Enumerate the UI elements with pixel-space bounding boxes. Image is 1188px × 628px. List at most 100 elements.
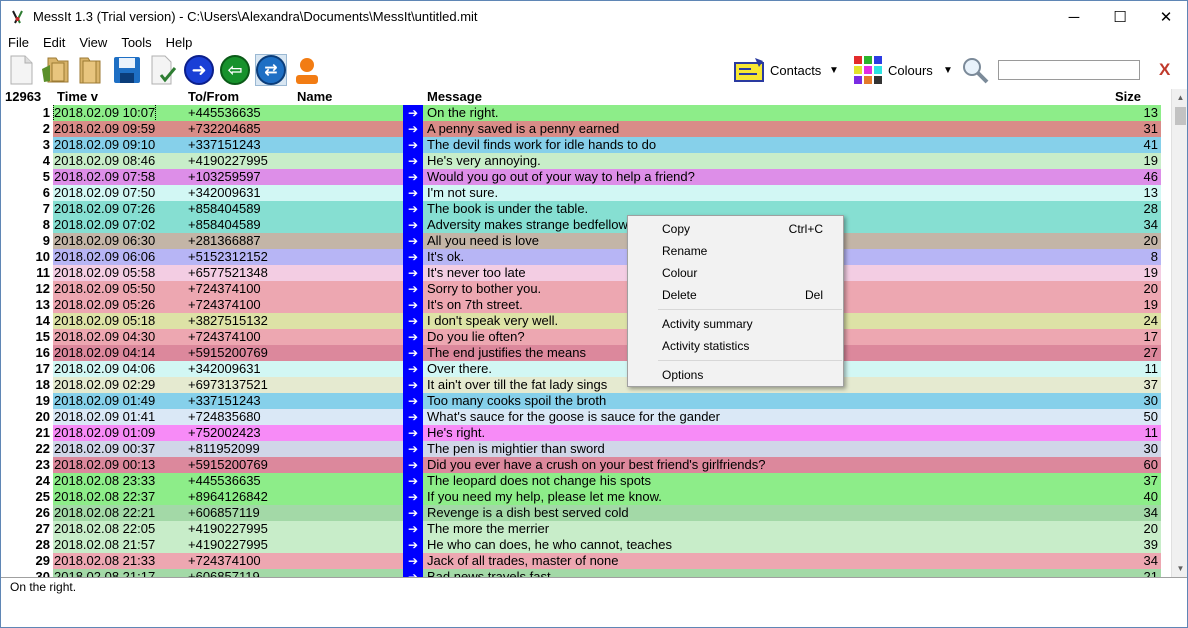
- colours-dropdown-icon[interactable]: ▼: [943, 65, 953, 76]
- table-row[interactable]: 11 2018.02.09 05:58 +6577521348 ➔ It's never…: [1, 265, 1161, 281]
- row-number: 13: [1, 297, 50, 313]
- row-time: 2018.02.09 04:06: [54, 361, 156, 376]
- row-number: 10: [1, 249, 50, 265]
- context-item-copy[interactable]: Copy: [662, 219, 690, 239]
- row-number: 23: [1, 457, 50, 473]
- table-row[interactable]: 5 2018.02.09 07:58 +103259597 ➔ Would you go…: [1, 169, 1161, 185]
- menu-file[interactable]: File: [1, 33, 36, 52]
- row-number: 1: [1, 105, 50, 121]
- context-item-activity-statistics[interactable]: Activity statistics: [662, 336, 749, 356]
- message-list[interactable]: 1 2018.02.09 10:07 +445536635 ➔ On the right…: [1, 105, 1161, 577]
- colours-button[interactable]: [852, 54, 884, 86]
- table-row[interactable]: 2 2018.02.09 09:59 +732204685 ➔ A penny save…: [1, 121, 1161, 137]
- table-row[interactable]: 15 2018.02.09 04:30 +724374100 ➔ Do you lie …: [1, 329, 1161, 345]
- table-row[interactable]: 8 2018.02.09 07:02 +858404589 ➔ Adversity ma…: [1, 217, 1161, 233]
- table-row[interactable]: 12 2018.02.09 05:50 +724374100 ➔ Sorry to bo…: [1, 281, 1161, 297]
- row-phone: +6973137521: [188, 377, 268, 392]
- table-row[interactable]: 30 2018.02.08 21:17 +606857119 ➔ Bad news tr…: [1, 569, 1161, 577]
- minimize-button[interactable]: ─: [1051, 1, 1097, 33]
- table-row[interactable]: 26 2018.02.08 22:21 +606857119 ➔ Revenge is …: [1, 505, 1161, 521]
- context-item-activity-summary[interactable]: Activity summary: [662, 314, 753, 334]
- row-number: 25: [1, 489, 50, 505]
- menu-view[interactable]: View: [72, 33, 114, 52]
- column-header-name[interactable]: Name: [297, 89, 332, 105]
- menu-edit[interactable]: Edit: [36, 33, 72, 52]
- table-row[interactable]: 27 2018.02.08 22:05 +4190227995 ➔ The more t…: [1, 521, 1161, 537]
- row-number: 14: [1, 313, 50, 329]
- row-size: 20: [1143, 281, 1158, 296]
- table-row[interactable]: 25 2018.02.08 22:37 +8964126842 ➔ If you nee…: [1, 489, 1161, 505]
- minimize-icon: ─: [1068, 8, 1080, 26]
- row-message: Jack of all trades, master of none: [427, 553, 619, 568]
- row-size: 41: [1143, 137, 1158, 152]
- row-time: 2018.02.08 21:33: [54, 553, 156, 568]
- close-window-button[interactable]: ✕: [1143, 1, 1187, 33]
- contacts-label[interactable]: Contacts: [770, 63, 821, 78]
- new-file-button[interactable]: [5, 54, 37, 86]
- row-number: 16: [1, 345, 50, 361]
- user-button[interactable]: [291, 54, 323, 86]
- clear-search-button[interactable]: X: [1159, 60, 1170, 80]
- table-row[interactable]: 20 2018.02.09 01:41 +724835680 ➔ What's sauc…: [1, 409, 1161, 425]
- table-row[interactable]: 21 2018.02.09 01:09 +752002423 ➔ He's right.…: [1, 425, 1161, 441]
- column-header-size[interactable]: Size: [1115, 89, 1141, 105]
- table-row[interactable]: 6 2018.02.09 07:50 +342009631 ➔ I'm not sure…: [1, 185, 1161, 201]
- table-row[interactable]: 16 2018.02.09 04:14 +5915200769 ➔ The end ju…: [1, 345, 1161, 361]
- table-row[interactable]: 19 2018.02.09 01:49 +337151243 ➔ Too many co…: [1, 393, 1161, 409]
- menu-tools[interactable]: Tools: [114, 33, 158, 52]
- table-row[interactable]: 18 2018.02.09 02:29 +6973137521 ➔ It ain't o…: [1, 377, 1161, 393]
- context-item-delete[interactable]: Delete: [662, 285, 697, 305]
- scroll-up-icon[interactable]: ▲: [1172, 89, 1187, 106]
- table-row[interactable]: 22 2018.02.09 00:37 +811952099 ➔ The pen is …: [1, 441, 1161, 457]
- table-row[interactable]: 4 2018.02.09 08:46 +4190227995 ➔ He's very a…: [1, 153, 1161, 169]
- row-size: 21: [1143, 569, 1158, 577]
- table-row[interactable]: 24 2018.02.08 23:33 +445536635 ➔ The leopard…: [1, 473, 1161, 489]
- maximize-button[interactable]: ☐: [1097, 1, 1143, 33]
- row-phone: +811952099: [188, 441, 260, 456]
- row-message: Do you lie often?: [427, 329, 525, 344]
- search-input[interactable]: [998, 60, 1140, 80]
- row-time: 2018.02.09 01:09: [54, 425, 156, 440]
- vertical-scrollbar[interactable]: ▲ ▼: [1171, 89, 1187, 577]
- export-button[interactable]: [147, 54, 179, 86]
- row-message: The leopard does not change his spots: [427, 473, 652, 488]
- title-bar[interactable]: MessIt 1.3 (Trial version) - C:\Users\Al…: [1, 1, 1187, 33]
- table-row[interactable]: 14 2018.02.09 05:18 +3827515132 ➔ I don't sp…: [1, 313, 1161, 329]
- outgoing-button[interactable]: ⇦: [219, 54, 251, 86]
- save-button[interactable]: [111, 54, 143, 86]
- context-item-colour[interactable]: Colour: [662, 263, 697, 283]
- folder-button[interactable]: [73, 54, 105, 86]
- table-row[interactable]: 29 2018.02.08 21:33 +724374100 ➔ Jack of all…: [1, 553, 1161, 569]
- both-directions-button[interactable]: ⇄: [255, 54, 287, 86]
- table-row[interactable]: 9 2018.02.09 06:30 +281366887 ➔ All you need…: [1, 233, 1161, 249]
- folder-icon: [79, 57, 101, 84]
- contacts-button[interactable]: [733, 54, 765, 86]
- column-header-message[interactable]: Message: [427, 89, 482, 105]
- table-row[interactable]: 13 2018.02.09 05:26 +724374100 ➔ It's on 7th…: [1, 297, 1161, 313]
- row-message: The more the merrier: [427, 521, 550, 536]
- column-header-to-from[interactable]: To/From: [188, 89, 239, 105]
- table-row[interactable]: 10 2018.02.09 06:06 +5152312152 ➔ It's ok. 8: [1, 249, 1161, 265]
- table-row[interactable]: 1 2018.02.09 10:07 +445536635 ➔ On the right…: [1, 105, 1161, 122]
- colours-label[interactable]: Colours: [888, 63, 933, 78]
- toolbar: ➜ ⇦ ⇄ Contacts ▼ Colours ▼ X: [1, 52, 1187, 88]
- row-size: 28: [1143, 201, 1158, 216]
- row-phone: +342009631: [188, 185, 261, 200]
- context-item-rename[interactable]: Rename: [662, 241, 707, 261]
- menu-help[interactable]: Help: [159, 33, 200, 52]
- search-button[interactable]: [959, 54, 991, 86]
- scroll-down-icon[interactable]: ▼: [1172, 560, 1187, 577]
- table-row[interactable]: 17 2018.02.09 04:06 +342009631 ➔ Over there.…: [1, 361, 1161, 377]
- close-icon: ✕: [1159, 9, 1173, 26]
- open-folder-button[interactable]: [39, 54, 71, 86]
- table-row[interactable]: 7 2018.02.09 07:26 +858404589 ➔ The book is …: [1, 201, 1161, 217]
- incoming-button[interactable]: ➜: [183, 54, 215, 86]
- table-row[interactable]: 3 2018.02.09 09:10 +337151243 ➔ The devil fi…: [1, 137, 1161, 153]
- column-header-time[interactable]: Time v: [57, 89, 98, 105]
- contacts-dropdown-icon[interactable]: ▼: [829, 65, 839, 76]
- scrollbar-thumb[interactable]: [1175, 107, 1186, 125]
- colour-palette-icon: [854, 56, 882, 84]
- table-row[interactable]: 23 2018.02.09 00:13 +5915200769 ➔ Did you ev…: [1, 457, 1161, 473]
- table-row[interactable]: 28 2018.02.08 21:57 +4190227995 ➔ He who can…: [1, 537, 1161, 553]
- context-item-options[interactable]: Options: [662, 365, 703, 385]
